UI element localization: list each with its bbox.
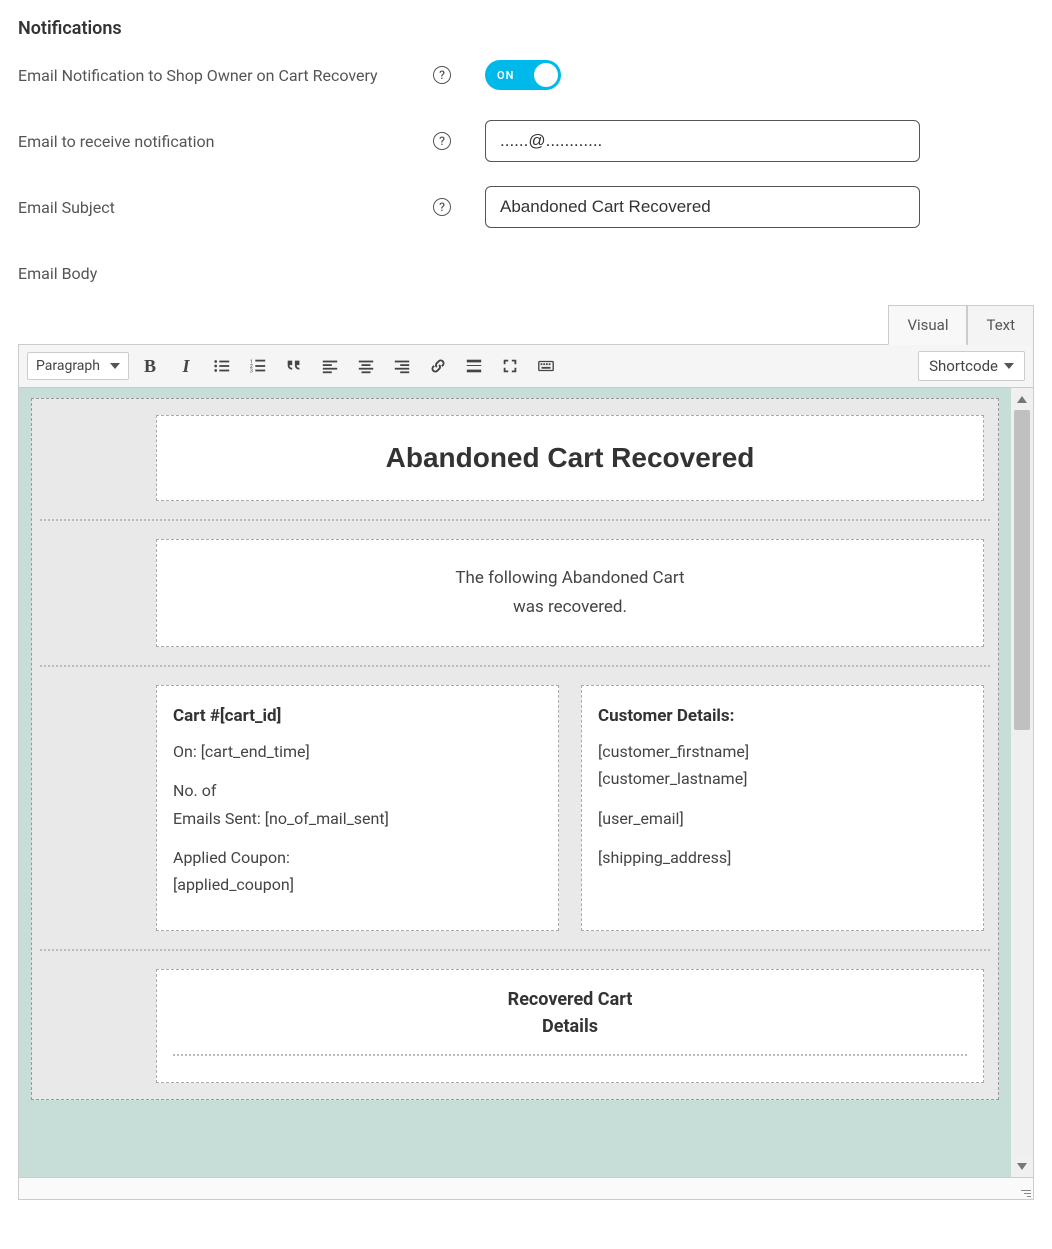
tab-visual[interactable]: Visual [888,305,967,345]
recovered-heading-1: Recovered Cart [173,986,967,1013]
row-email-notification: Email Notification to Shop Owner on Cart… [18,53,1034,97]
scroll-up-button[interactable] [1011,388,1033,410]
customer-email: [user_email] [598,805,967,832]
chevron-down-icon [1004,363,1014,369]
label-email-receive: Email to receive notification [18,132,433,151]
toggle-label: ON [497,69,514,82]
chevron-down-icon [110,363,120,369]
customer-details-col: Customer Details: [customer_firstname] [… [581,685,984,931]
input-email-receive[interactable] [485,120,920,162]
help-icon[interactable]: ? [433,132,451,150]
link-button[interactable] [423,352,453,380]
editor-content: Abandoned Cart Recovered The following A… [18,388,1034,1178]
bullet-list-button[interactable] [207,352,237,380]
label-email-subject: Email Subject [18,198,433,217]
cart-title: Cart #[cart_id] [173,706,281,726]
align-left-icon [321,357,339,375]
read-more-icon [465,357,483,375]
editor-container: Visual Text Paragraph B I 123 [18,305,1034,1200]
customer-firstname: [customer_firstname] [598,742,749,761]
cart-emails-1: No. of [173,781,216,800]
insert-more-button[interactable] [459,352,489,380]
help-icon[interactable]: ? [433,198,451,216]
toggle-email-notification[interactable]: ON [485,60,561,90]
row-email-body: Email Body [18,251,1034,295]
shortcode-dropdown[interactable]: Shortcode [918,351,1025,381]
scroll-thumb[interactable] [1014,410,1030,730]
scroll-track[interactable] [1011,410,1033,1155]
blockquote-button[interactable] [279,352,309,380]
cart-emails-2: Emails Sent: [no_of_mail_sent] [173,809,389,828]
scroll-down-button[interactable] [1011,1155,1033,1177]
editor-canvas[interactable]: Abandoned Cart Recovered The following A… [19,388,1011,1177]
align-right-icon [393,357,411,375]
link-icon [429,357,447,375]
toolbar-toggle-button[interactable] [531,352,561,380]
italic-button[interactable]: I [171,352,201,380]
italic-icon: I [182,356,189,377]
quote-icon [285,357,303,375]
cart-on: On: [cart_end_time] [173,738,542,765]
resize-handle[interactable] [1017,1183,1031,1197]
fullscreen-button[interactable] [495,352,525,380]
customer-shipping: [shipping_address] [598,844,967,871]
svg-text:3: 3 [250,368,253,374]
editor-tabs: Visual Text [18,305,1034,345]
cart-coupon-2: [applied_coupon] [173,875,294,894]
align-left-button[interactable] [315,352,345,380]
fullscreen-icon [501,357,519,375]
align-right-button[interactable] [387,352,417,380]
cart-details-col: Cart #[cart_id] On: [cart_end_time] No. … [156,685,559,931]
numbered-list-icon: 123 [249,357,267,375]
section-title: Notifications [18,18,1034,39]
email-heading: Abandoned Cart Recovered [175,440,965,476]
customer-lastname: [customer_lastname] [598,769,747,788]
align-center-button[interactable] [351,352,381,380]
row-email-subject: Email Subject ? [18,185,1034,229]
numbered-list-button[interactable]: 123 [243,352,273,380]
scrollbar [1011,388,1033,1177]
label-email-body: Email Body [18,264,433,283]
format-select-label: Paragraph [36,358,100,374]
tab-text[interactable]: Text [967,305,1034,345]
cart-coupon-1: Applied Coupon: [173,848,290,867]
row-email-receive: Email to receive notification ? [18,119,1034,163]
customer-title: Customer Details: [598,706,734,726]
recovered-heading-2: Details [173,1013,967,1040]
shortcode-label: Shortcode [929,357,998,375]
format-select[interactable]: Paragraph [27,352,129,380]
email-intro-line2: was recovered. [175,593,965,622]
bold-icon: B [144,356,156,377]
keyboard-icon [537,357,555,375]
align-center-icon [357,357,375,375]
editor-toolbar: Paragraph B I 123 [18,344,1034,388]
toggle-knob [534,63,558,87]
bullet-list-icon [213,357,231,375]
input-email-subject[interactable] [485,186,920,228]
email-intro-line1: The following Abandoned Cart [175,564,965,593]
help-icon[interactable]: ? [433,66,451,84]
label-email-notification: Email Notification to Shop Owner on Cart… [18,66,433,85]
bold-button[interactable]: B [135,352,165,380]
